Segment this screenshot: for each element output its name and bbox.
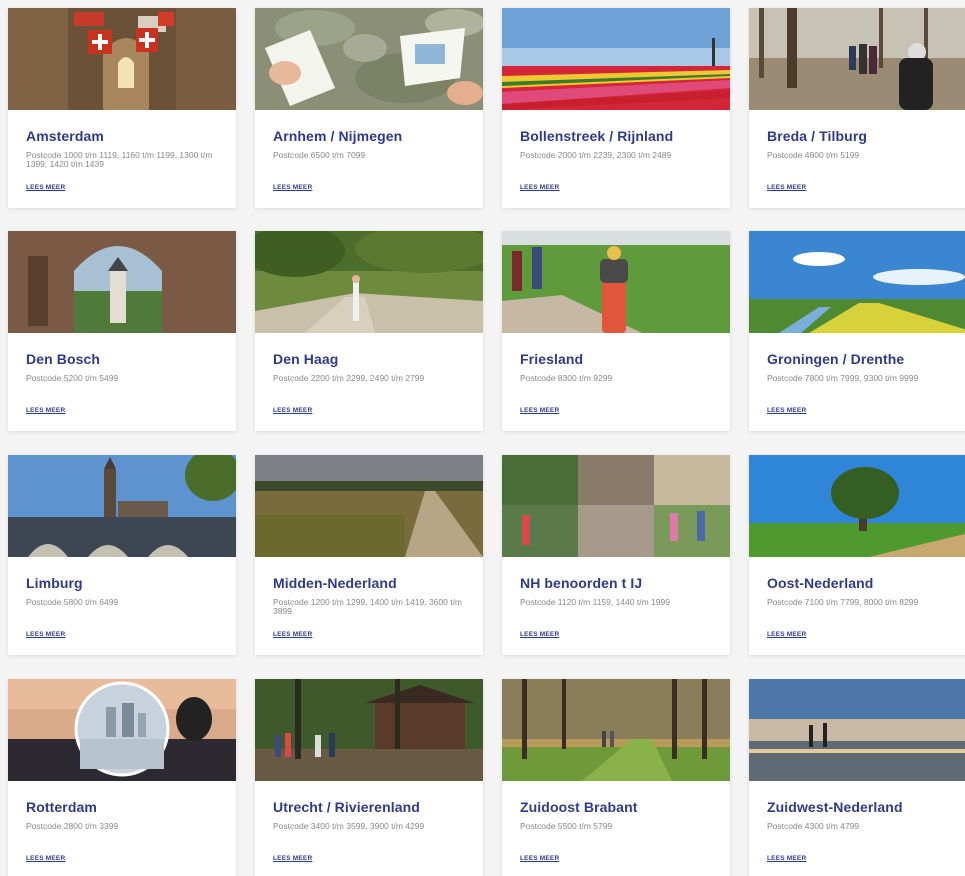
postcode-range: Postcode 5200 t/m 5499	[26, 373, 119, 383]
postcode-range: Postcode 1120 t/m 1159, 1440 t/m 1999	[520, 597, 670, 607]
read-more-link[interactable]: LEES MEER	[26, 184, 65, 191]
autumn-lane-photo	[502, 679, 730, 781]
forest-walkers-photo	[749, 8, 965, 110]
postcode-range: Postcode 5800 t/m 6499	[26, 597, 119, 607]
region-card-den-haag[interactable]: Den Haag Postcode 2200 t/m 2299, 2490 t/…	[255, 231, 483, 431]
church-interior-photo	[8, 8, 236, 110]
read-more-link[interactable]: LEES MEER	[520, 631, 559, 638]
region-title[interactable]: Arnhem / Nijmegen	[273, 128, 402, 144]
read-more-link[interactable]: LEES MEER	[26, 631, 65, 638]
region-title[interactable]: Zuidwest-Nederland	[767, 799, 903, 815]
region-title[interactable]: Limburg	[26, 575, 83, 591]
rocks-map-photo	[255, 8, 483, 110]
postcode-range: Postcode 4300 t/m 4799	[767, 821, 860, 831]
woodland-group-photo	[255, 679, 483, 781]
region-title[interactable]: Oost-Nederland	[767, 575, 873, 591]
postcode-range: Postcode 7100 t/m 7799, 8000 t/m 8299	[767, 597, 919, 607]
sunset-skyline-photo	[8, 679, 236, 781]
region-card-zuidoost-brabant[interactable]: Zuidoost Brabant Postcode 5500 t/m 5799 …	[502, 679, 730, 876]
region-title[interactable]: Den Bosch	[26, 351, 100, 367]
read-more-link[interactable]: LEES MEER	[26, 407, 65, 414]
region-card-oost-nederland[interactable]: Oost-Nederland Postcode 7100 t/m 7799, 8…	[749, 455, 965, 655]
canal-landscape-photo	[749, 231, 965, 333]
read-more-link[interactable]: LEES MEER	[767, 184, 806, 191]
tree-field-photo	[749, 455, 965, 557]
region-title[interactable]: Amsterdam	[26, 128, 104, 144]
region-card-utrecht-rivierenland[interactable]: Utrecht / Rivierenland Postcode 3400 t/m…	[255, 679, 483, 876]
read-more-link[interactable]: LEES MEER	[520, 855, 559, 862]
read-more-link[interactable]: LEES MEER	[273, 184, 312, 191]
region-title[interactable]: Friesland	[520, 351, 583, 367]
read-more-link[interactable]: LEES MEER	[767, 631, 806, 638]
region-title[interactable]: NH benoorden t IJ	[520, 575, 642, 591]
postcode-range: Postcode 2200 t/m 2299, 2490 t/m 2799	[273, 373, 425, 383]
region-card-bollenstreek-rijnland[interactable]: Bollenstreek / Rijnland Postcode 2000 t/…	[502, 8, 730, 208]
read-more-link[interactable]: LEES MEER	[520, 407, 559, 414]
postcode-range: Postcode 2000 t/m 2239, 2300 t/m 2489	[520, 150, 672, 160]
read-more-link[interactable]: LEES MEER	[767, 407, 806, 414]
region-grid: Amsterdam Postcode 1000 t/m 1119, 1160 t…	[0, 0, 965, 876]
dune-path-photo	[255, 231, 483, 333]
meadow-walkers-photo	[502, 231, 730, 333]
region-card-zuidwest-nederland[interactable]: Zuidwest-Nederland Postcode 4300 t/m 479…	[749, 679, 965, 876]
heath-path-photo	[255, 455, 483, 557]
region-title[interactable]: Den Haag	[273, 351, 338, 367]
region-title[interactable]: Breda / Tilburg	[767, 128, 867, 144]
region-card-den-bosch[interactable]: Den Bosch Postcode 5200 t/m 5499 LEES ME…	[8, 231, 236, 431]
region-card-breda-tilburg[interactable]: Breda / Tilburg Postcode 4800 t/m 5199 L…	[749, 8, 965, 208]
region-card-friesland[interactable]: Friesland Postcode 8300 t/m 9299 LEES ME…	[502, 231, 730, 431]
region-card-amsterdam[interactable]: Amsterdam Postcode 1000 t/m 1119, 1160 t…	[8, 8, 236, 208]
region-card-arnhem-nijmegen[interactable]: Arnhem / Nijmegen Postcode 6500 t/m 7099…	[255, 8, 483, 208]
region-title[interactable]: Rotterdam	[26, 799, 97, 815]
postcode-range: Postcode 6500 t/m 7099	[273, 150, 366, 160]
photo-collage	[502, 455, 730, 557]
region-title[interactable]: Groningen / Drenthe	[767, 351, 904, 367]
postcode-range: Postcode 8300 t/m 9299	[520, 373, 613, 383]
read-more-link[interactable]: LEES MEER	[273, 631, 312, 638]
postcode-range: Postcode 1000 t/m 1119, 1160 t/m 1199, 1…	[26, 150, 213, 169]
read-more-link[interactable]: LEES MEER	[520, 184, 559, 191]
tulip-field-photo	[502, 8, 730, 110]
region-card-limburg[interactable]: Limburg Postcode 5800 t/m 6499 LEES MEER	[8, 455, 236, 655]
gate-tower-photo	[8, 231, 236, 333]
postcode-range: Postcode 4800 t/m 5199	[767, 150, 860, 160]
region-title[interactable]: Zuidoost Brabant	[520, 799, 637, 815]
beach-sunset-photo	[749, 679, 965, 781]
region-card-midden-nederland[interactable]: Midden-Nederland Postcode 1200 t/m 1299,…	[255, 455, 483, 655]
read-more-link[interactable]: LEES MEER	[273, 407, 312, 414]
postcode-range: Postcode 5500 t/m 5799	[520, 821, 613, 831]
region-card-nh-benoorden-t-ij[interactable]: NH benoorden t IJ Postcode 1120 t/m 1159…	[502, 455, 730, 655]
postcode-range: Postcode 1200 t/m 1299, 1400 t/m 1419, 3…	[273, 597, 463, 616]
postcode-range: Postcode 7800 t/m 7999, 9300 t/m 9999	[767, 373, 919, 383]
region-title[interactable]: Midden-Nederland	[273, 575, 397, 591]
region-card-groningen-drenthe[interactable]: Groningen / Drenthe Postcode 7800 t/m 79…	[749, 231, 965, 431]
region-title[interactable]: Bollenstreek / Rijnland	[520, 128, 673, 144]
read-more-link[interactable]: LEES MEER	[26, 855, 65, 862]
bridge-church-photo	[8, 455, 236, 557]
region-title[interactable]: Utrecht / Rivierenland	[273, 799, 420, 815]
postcode-range: Postcode 2800 t/m 3399	[26, 821, 119, 831]
region-card-rotterdam[interactable]: Rotterdam Postcode 2800 t/m 3399 LEES ME…	[8, 679, 236, 876]
postcode-range: Postcode 3400 t/m 3599, 3900 t/m 4299	[273, 821, 425, 831]
read-more-link[interactable]: LEES MEER	[273, 855, 312, 862]
read-more-link[interactable]: LEES MEER	[767, 855, 806, 862]
